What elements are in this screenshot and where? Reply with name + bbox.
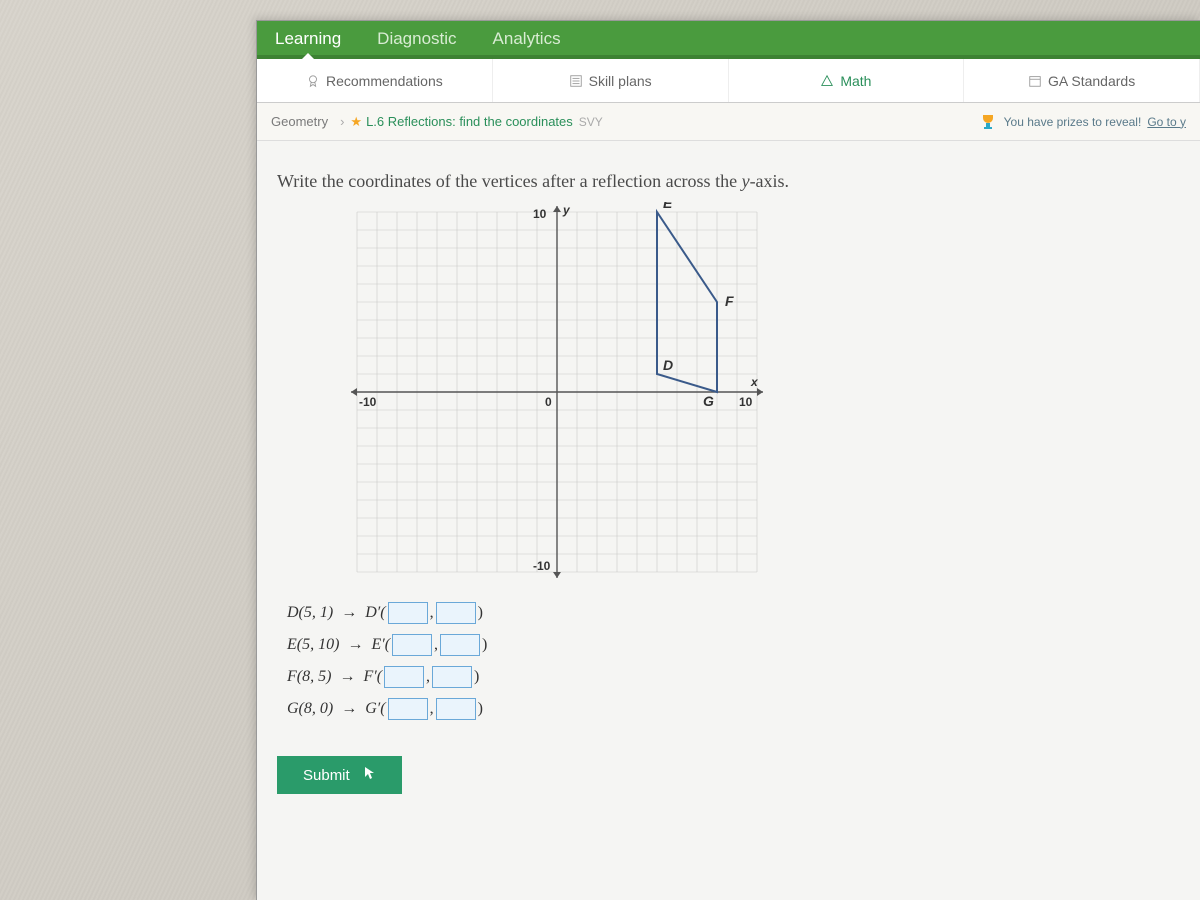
nav-math[interactable]: Math bbox=[729, 59, 965, 102]
question-text: Write the coordinates of the vertices af… bbox=[277, 171, 1180, 192]
tab-diagnostic[interactable]: Diagnostic bbox=[359, 21, 474, 55]
trophy-icon bbox=[978, 112, 998, 132]
app-frame: Learning Diagnostic Analytics Recommenda… bbox=[256, 20, 1200, 900]
svg-text:D: D bbox=[663, 357, 673, 373]
primary-nav: Learning Diagnostic Analytics bbox=[257, 21, 1200, 59]
svg-text:E: E bbox=[663, 202, 673, 211]
image-point-label: G′( bbox=[365, 700, 385, 718]
answer-y-input[interactable] bbox=[436, 602, 476, 624]
triangle-icon bbox=[820, 74, 834, 88]
breadcrumb-subject[interactable]: Geometry bbox=[271, 114, 328, 129]
answer-row: D(5, 1)→D′(, ) bbox=[287, 602, 1180, 624]
prize-text: You have prizes to reveal! bbox=[1004, 115, 1142, 129]
prize-banner: You have prizes to reveal! Go to y bbox=[978, 112, 1186, 132]
nav-label: GA Standards bbox=[1048, 73, 1135, 89]
nav-label: Skill plans bbox=[589, 73, 652, 89]
svg-text:-10: -10 bbox=[533, 559, 551, 573]
answer-row: G(8, 0)→G′(, ) bbox=[287, 698, 1180, 720]
svg-text:10: 10 bbox=[739, 395, 753, 409]
answer-y-input[interactable] bbox=[436, 698, 476, 720]
answer-list: D(5, 1)→D′(, )E(5, 10)→E′(, )F(8, 5)→F′(… bbox=[287, 602, 1180, 720]
arrow-icon: → bbox=[339, 668, 355, 686]
answer-row: F(8, 5)→F′(, ) bbox=[287, 666, 1180, 688]
nav-label: Math bbox=[840, 73, 871, 89]
arrow-icon: → bbox=[341, 700, 357, 718]
nav-standards[interactable]: GA Standards bbox=[964, 59, 1200, 102]
image-point-label: E′( bbox=[371, 636, 390, 654]
orig-point: D(5, 1) bbox=[287, 604, 333, 622]
cursor-icon bbox=[364, 766, 376, 780]
orig-point: G(8, 0) bbox=[287, 700, 333, 718]
nav-skill-plans[interactable]: Skill plans bbox=[493, 59, 729, 102]
svg-text:G: G bbox=[703, 393, 714, 409]
answer-y-input[interactable] bbox=[440, 634, 480, 656]
prize-link[interactable]: Go to y bbox=[1147, 115, 1186, 129]
calendar-icon bbox=[1028, 74, 1042, 88]
question-content: Write the coordinates of the vertices af… bbox=[257, 141, 1200, 814]
answer-x-input[interactable] bbox=[388, 602, 428, 624]
arrow-icon: → bbox=[341, 604, 357, 622]
answer-row: E(5, 10)→E′(, ) bbox=[287, 634, 1180, 656]
chevron-right-icon: › bbox=[340, 114, 344, 129]
answer-x-input[interactable] bbox=[388, 698, 428, 720]
svg-text:-10: -10 bbox=[359, 395, 377, 409]
secondary-nav: Recommendations Skill plans Math GA Stan… bbox=[257, 59, 1200, 103]
tab-analytics[interactable]: Analytics bbox=[475, 21, 579, 55]
svg-text:10: 10 bbox=[533, 207, 547, 221]
image-point-label: F′( bbox=[363, 668, 382, 686]
breadcrumb-tag: SVY bbox=[579, 115, 603, 129]
medal-icon bbox=[306, 74, 320, 88]
breadcrumb-skill[interactable]: L.6 Reflections: find the coordinates bbox=[366, 114, 573, 129]
svg-text:F: F bbox=[725, 293, 734, 309]
answer-x-input[interactable] bbox=[384, 666, 424, 688]
nav-recommendations[interactable]: Recommendations bbox=[257, 59, 493, 102]
breadcrumb: Geometry › ★ L.6 Reflections: find the c… bbox=[257, 103, 1200, 141]
svg-text:0: 0 bbox=[545, 395, 552, 409]
svg-text:y: y bbox=[562, 203, 571, 217]
star-icon: ★ bbox=[350, 114, 362, 130]
svg-text:x: x bbox=[750, 375, 759, 389]
image-point-label: D′( bbox=[365, 604, 385, 622]
nav-label: Recommendations bbox=[326, 73, 443, 89]
arrow-icon: → bbox=[347, 636, 363, 654]
orig-point: F(8, 5) bbox=[287, 668, 331, 686]
submit-button[interactable]: Submit bbox=[277, 756, 402, 794]
answer-y-input[interactable] bbox=[432, 666, 472, 688]
tab-learning[interactable]: Learning bbox=[257, 21, 359, 55]
answer-x-input[interactable] bbox=[392, 634, 432, 656]
coordinate-grid: -10 0 10 10 -10 y x D E F G bbox=[347, 202, 767, 582]
orig-point: E(5, 10) bbox=[287, 636, 339, 654]
list-icon bbox=[569, 74, 583, 88]
